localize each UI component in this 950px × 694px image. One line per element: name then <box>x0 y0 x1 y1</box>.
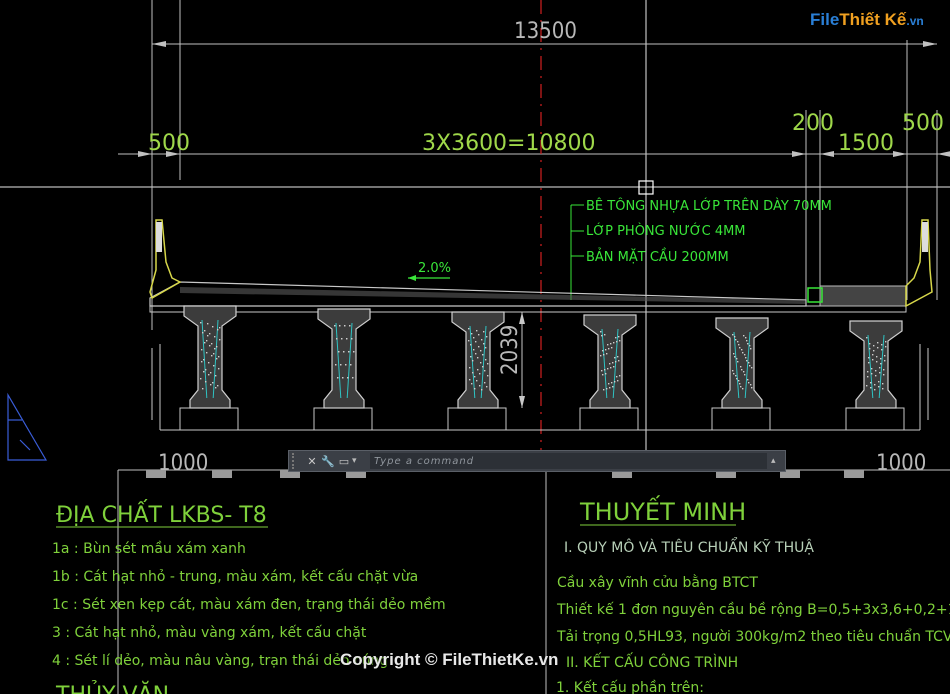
girder <box>317 308 371 409</box>
dim-right-edge: 500 <box>902 111 944 136</box>
section-triangle-icon <box>7 392 48 461</box>
copyright-watermark: Copyright © FileThietKe.vn <box>340 650 559 669</box>
explanation-line: Thiết kế 1 đơn nguyên cầu bề rộng B=0,5+… <box>556 601 950 618</box>
hydrology-title: THỦY VĂN <box>55 680 169 694</box>
expand-history-icon[interactable]: ▴ <box>771 456 785 466</box>
explanation-section1: I. QUY MÔ VÀ TIÊU CHUẨN KỸ THUẬ <box>564 537 814 556</box>
dim-bottom-right: 1000 <box>876 451 926 476</box>
dim-median: 200 <box>792 111 834 136</box>
geology-title: ĐỊA CHẤT LKBS- T8 <box>56 500 267 528</box>
cad-drawing-canvas[interactable]: 13500 500 3X3600=10800 200 1500 500 BÊ T… <box>0 0 950 694</box>
geology-item: 1b : Cát hạt nhỏ - trung, màu xám, kết c… <box>52 568 418 585</box>
geology-item: 1c : Sét xen kẹp cát, màu xám đen, trạng… <box>52 596 446 613</box>
close-icon[interactable]: ✕ <box>304 455 320 468</box>
slope-label: 2.0% <box>418 261 451 276</box>
girder <box>451 311 505 409</box>
girder <box>183 305 237 409</box>
dim-lanes: 3X3600=10800 <box>422 131 595 156</box>
drag-handle[interactable] <box>292 453 304 469</box>
girder <box>849 320 903 409</box>
site-logo: FileThiết Kế.vn <box>810 10 924 29</box>
layer-note-waterproof: LỚP PHÒNG NƯỚC 4MM <box>586 223 746 239</box>
layer-note-deck: BẢN MẶT CẦU 200MM <box>586 248 729 265</box>
explanation-line: Tải trọng 0,5HL93, người 300kg/m2 theo t… <box>556 628 950 645</box>
girder <box>715 317 769 409</box>
explanation-section2: II. KẾT CẤU CÔNG TRÌNH <box>566 652 738 671</box>
geology-item: 3 : Cát hạt nhỏ, màu vàng xám, kết cấu c… <box>52 624 367 641</box>
dim-total: 13500 <box>514 19 577 44</box>
layer-note-asphalt: BÊ TÔNG NHỰA LỚP TRÊN DÀY 70MM <box>586 198 832 214</box>
geology-item: 4 : Sét lí dẻo, màu nâu vàng, trạn thái … <box>52 653 388 669</box>
dim-left-edge: 500 <box>148 131 190 156</box>
dim-bottom-left: 1000 <box>158 451 208 476</box>
wrench-icon[interactable]: 🔧 <box>320 455 336 468</box>
command-history-icon[interactable]: ▭ <box>336 455 352 468</box>
dim-sidewalk: 1500 <box>838 131 894 156</box>
command-input[interactable]: Type a command <box>370 453 767 469</box>
chevron-down-icon[interactable]: ▾ <box>352 456 366 466</box>
geology-item: 1a : Bùn sét mầu xám xanh <box>52 541 246 557</box>
explanation-title: THUYẾT MINH <box>579 494 746 526</box>
girders <box>183 305 903 409</box>
dim-girder-height: 2039 <box>498 325 523 375</box>
explanation-section2-item: 1. Kết cấu phần trên: <box>556 679 704 694</box>
command-line-bar[interactable]: ✕ 🔧 ▭ ▾ Type a command ▴ <box>288 450 786 472</box>
explanation-line: Cầu xây vĩnh cửu bằng BTCT <box>557 574 758 591</box>
girder <box>583 314 637 409</box>
